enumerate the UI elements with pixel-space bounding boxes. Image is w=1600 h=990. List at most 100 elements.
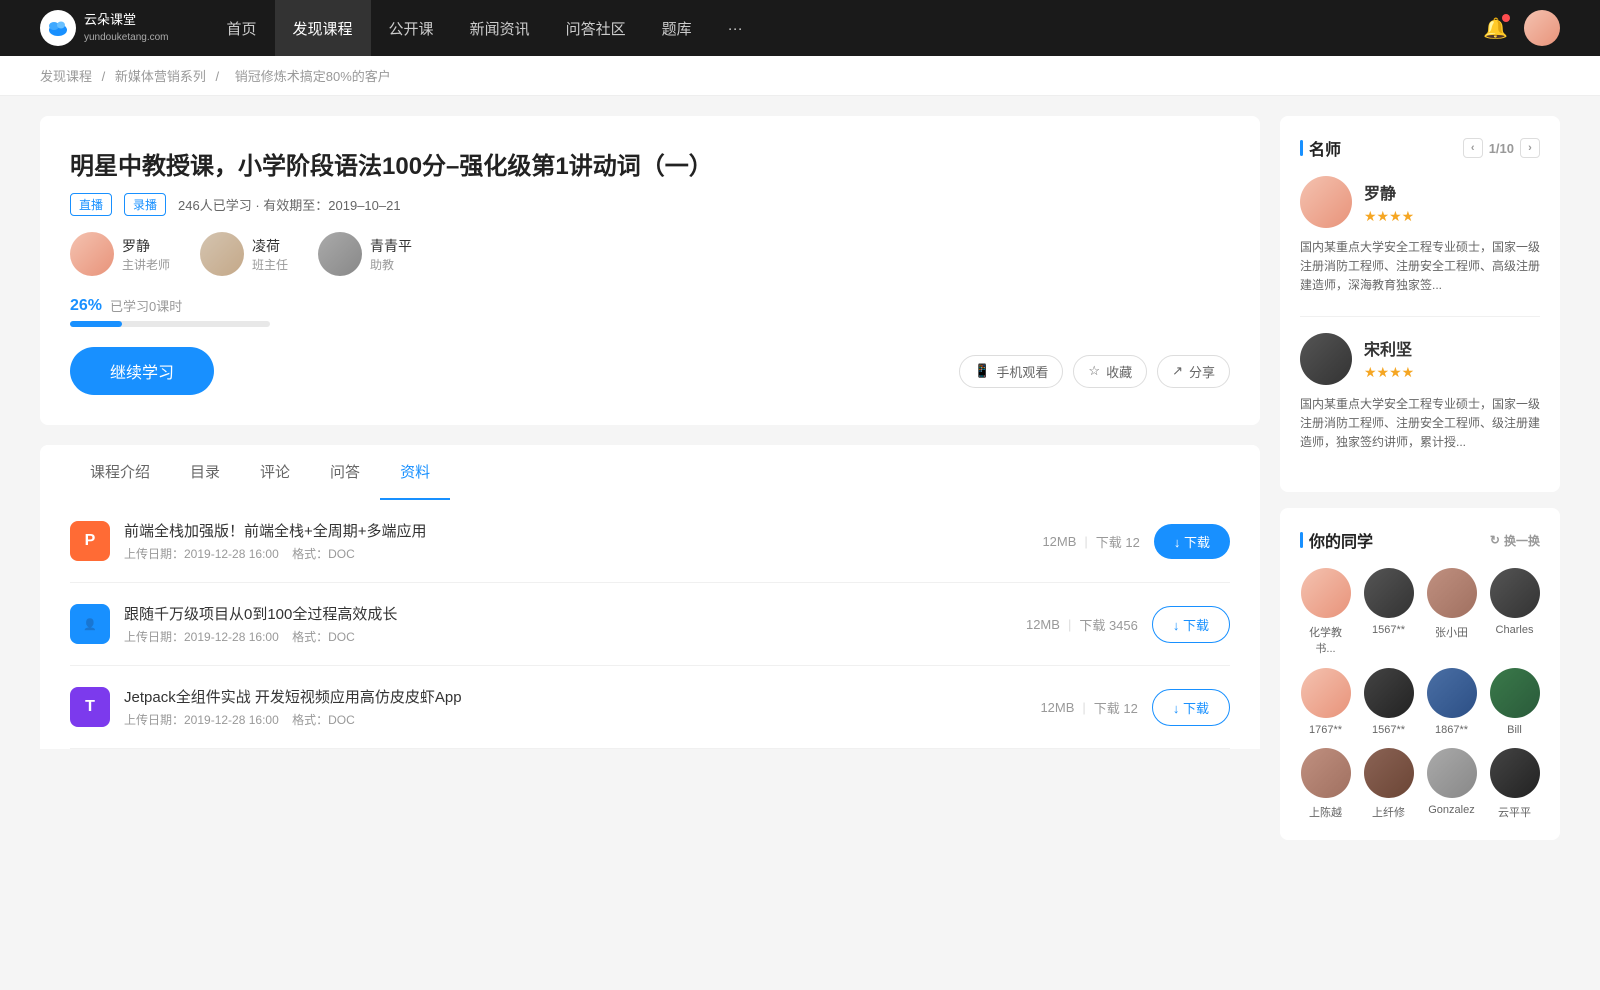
tab-catalog[interactable]: 目录 [170, 445, 240, 500]
classmate-11: 云平平 [1489, 748, 1540, 820]
nav-home[interactable]: 首页 [209, 0, 275, 56]
title-bar-icon [1300, 140, 1303, 156]
right-sidebar: 名师 ‹ 1/10 › 罗静 ★★★★ 国内某重点大学安全工程专业硕士，国家一级… [1280, 116, 1560, 856]
nav-qa[interactable]: 问答社区 [548, 0, 644, 56]
classmate-avatar-8 [1301, 748, 1351, 798]
file-meta-1: 上传日期：2019-12-28 16:00 格式：DOC [124, 628, 1012, 645]
classmate-1: 1567** [1363, 568, 1414, 656]
file-downloads-0: 下载 12 [1096, 532, 1140, 551]
divider [1300, 316, 1540, 317]
teacher-stars-0: ★★★★ [1364, 208, 1414, 225]
classmates-title: 你的同学 ↻ 换一换 [1300, 528, 1540, 552]
file-stats-0: 12MB | 下载 12 [1042, 532, 1139, 551]
instructor-info-0: 罗静 主讲老师 [122, 236, 170, 273]
classmate-avatar-4 [1301, 668, 1351, 718]
teacher-card-1: 宋利坚 ★★★★ 国内某重点大学安全工程专业硕士，国家一级注册消防工程师、注册安… [1300, 333, 1540, 453]
tab-comments[interactable]: 评论 [240, 445, 310, 500]
classmate-avatar-5 [1364, 668, 1414, 718]
breadcrumb-link-1[interactable]: 发现课程 [40, 69, 92, 84]
files-section: P 前端全栈加强版！前端全栈+全周期+多端应用 上传日期：2019-12-28 … [40, 500, 1260, 749]
teacher-header-1: 宋利坚 ★★★★ [1300, 333, 1540, 385]
badge-record: 录播 [124, 193, 166, 216]
logo[interactable]: 云朵课堂yundouketang.com [40, 10, 169, 46]
teacher-avatar-1 [1300, 333, 1352, 385]
classmate-7: Bill [1489, 668, 1540, 736]
share-label: 分享 [1189, 362, 1215, 381]
classmate-name-1: 1567** [1372, 624, 1405, 636]
download-button-2[interactable]: ↓ 下载 [1152, 689, 1230, 726]
file-meta-2: 上传日期：2019-12-28 16:00 格式：DOC [124, 711, 1026, 728]
classmate-10: Gonzalez [1426, 748, 1477, 820]
nav-more[interactable]: ··· [710, 0, 761, 56]
course-header-card: 明星中教授课，小学阶段语法100分–强化级第1讲动词（一） 直播 录播 246人… [40, 116, 1260, 425]
instructor-role-1: 班主任 [252, 256, 288, 273]
teachers-nav: ‹ 1/10 › [1463, 138, 1540, 158]
breadcrumb: 发现课程 / 新媒体营销系列 / 销冠修炼术搞定80%的客户 [0, 56, 1600, 96]
file-info-2: Jetpack全组件实战 开发短视频应用高仿皮皮虾App 上传日期：2019-1… [124, 686, 1026, 728]
mobile-view-button[interactable]: 📱 手机观看 [959, 355, 1063, 388]
file-info-1: 跟随千万级项目从0到100全过程高效成长 上传日期：2019-12-28 16:… [124, 603, 1012, 645]
breadcrumb-link-2[interactable]: 新媒体营销系列 [115, 69, 206, 84]
file-item-1: 👤 跟随千万级项目从0到100全过程高效成长 上传日期：2019-12-28 1… [70, 583, 1230, 666]
classmate-name-10: Gonzalez [1428, 804, 1474, 816]
instructor-role-0: 主讲老师 [122, 256, 170, 273]
instructor-0: 罗静 主讲老师 [70, 232, 170, 276]
instructor-name-2: 青青平 [370, 236, 412, 256]
teacher-name-1: 宋利坚 [1364, 336, 1414, 360]
progress-bar-fill [70, 321, 122, 327]
tab-intro[interactable]: 课程介绍 [70, 445, 170, 500]
badge-live: 直播 [70, 193, 112, 216]
tab-qa[interactable]: 问答 [310, 445, 380, 500]
progress-section: 26% 已学习0课时 [70, 296, 1230, 327]
refresh-label: 换一换 [1504, 532, 1540, 549]
action-group: 📱 手机观看 ☆ 收藏 ↗ 分享 [959, 355, 1230, 388]
breadcrumb-current: 销冠修炼术搞定80%的客户 [235, 69, 391, 84]
file-name-1: 跟随千万级项目从0到100全过程高效成长 [124, 603, 1012, 624]
file-downloads-2: 下载 12 [1094, 698, 1138, 717]
title-bar-icon-2 [1300, 532, 1303, 548]
teachers-next-button[interactable]: › [1520, 138, 1540, 158]
course-title: 明星中教授课，小学阶段语法100分–强化级第1讲动词（一） [70, 146, 1230, 181]
collect-label: 收藏 [1106, 362, 1132, 381]
classmates-grid: 化学教书... 1567** 张小田 Charles 1767** [1300, 568, 1540, 820]
classmate-4: 1767** [1300, 668, 1351, 736]
mobile-icon: 📱 [974, 363, 990, 379]
classmate-avatar-6 [1427, 668, 1477, 718]
course-meta: 直播 录播 246人已学习 · 有效期至：2019–10–21 [70, 193, 1230, 216]
classmate-avatar-2 [1427, 568, 1477, 618]
classmate-name-5: 1567** [1372, 724, 1405, 736]
download-button-1[interactable]: ↓ 下载 [1152, 606, 1230, 643]
classmate-2: 张小田 [1426, 568, 1477, 656]
user-avatar[interactable] [1524, 10, 1560, 46]
classmate-avatar-1 [1364, 568, 1414, 618]
nav-courses[interactable]: 发现课程 [275, 0, 371, 56]
bell-icon[interactable]: 🔔 [1483, 16, 1508, 41]
download-button-0[interactable]: ↓ 下载 [1154, 524, 1230, 559]
nav-news[interactable]: 新闻资讯 [452, 0, 548, 56]
nav-open[interactable]: 公开课 [371, 0, 452, 56]
classmate-avatar-7 [1490, 668, 1540, 718]
teachers-title-text: 名师 [1309, 136, 1341, 160]
course-instructors: 罗静 主讲老师 凌荷 班主任 青青平 助教 [70, 232, 1230, 276]
collect-button[interactable]: ☆ 收藏 [1073, 355, 1147, 388]
file-size-2: 12MB [1040, 700, 1074, 715]
progress-label: 26% 已学习0课时 [70, 296, 1230, 315]
classmate-name-6: 1867** [1435, 724, 1468, 736]
continue-learning-button[interactable]: 继续学习 [70, 347, 214, 395]
teachers-title: 名师 ‹ 1/10 › [1300, 136, 1540, 160]
classmate-avatar-9 [1364, 748, 1414, 798]
teacher-name-0: 罗静 [1364, 180, 1414, 204]
share-icon: ↗ [1172, 363, 1183, 379]
refresh-button[interactable]: ↻ 换一换 [1490, 532, 1540, 549]
tab-resources[interactable]: 资料 [380, 445, 450, 500]
teacher-info-0: 罗静 ★★★★ [1364, 180, 1414, 225]
classmate-avatar-3 [1490, 568, 1540, 618]
share-button[interactable]: ↗ 分享 [1157, 355, 1230, 388]
teacher-desc-0: 国内某重点大学安全工程专业硕士，国家一级注册消防工程师、注册安全工程师、高级注册… [1300, 238, 1540, 296]
nav-items: 首页 发现课程 公开课 新闻资讯 问答社区 题库 ··· [209, 0, 1484, 56]
teacher-header-0: 罗静 ★★★★ [1300, 176, 1540, 228]
nav-quiz[interactable]: 题库 [644, 0, 710, 56]
instructor-info-1: 凌荷 班主任 [252, 236, 288, 273]
file-stats-1: 12MB | 下载 3456 [1026, 615, 1138, 634]
teachers-prev-button[interactable]: ‹ [1463, 138, 1483, 158]
